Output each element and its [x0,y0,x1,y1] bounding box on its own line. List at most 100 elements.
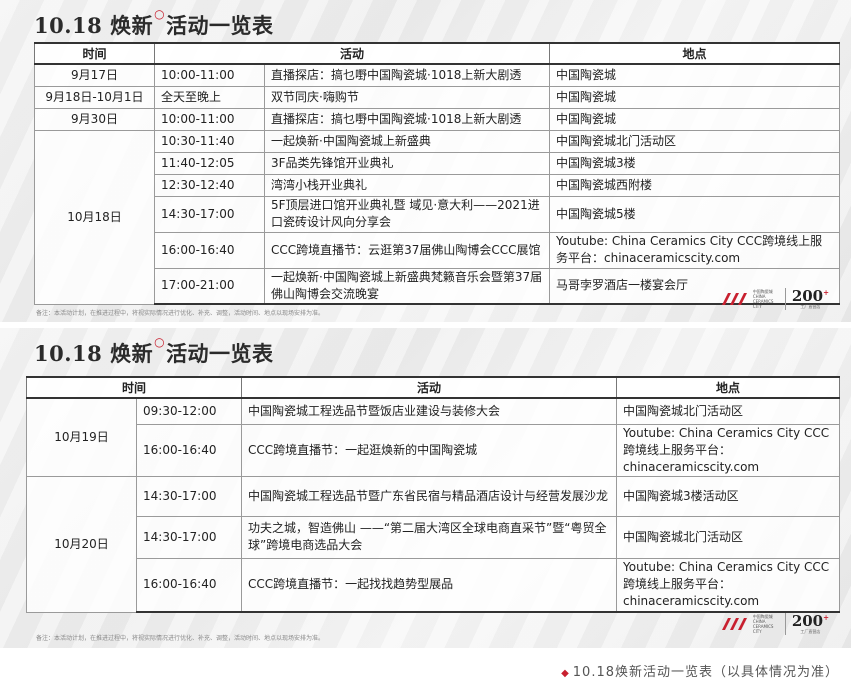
time-cell: 14:30-17:00 [154,195,265,233]
time-cell: 16:00-16:40 [154,231,265,269]
location-cell: 中国陶瓷城北门活动区 [616,397,841,425]
location-cell: 中国陶瓷城北门活动区 [616,515,841,559]
header-location: 地点 [616,376,841,399]
time-cell: 全天至晚上 [154,85,265,109]
schedule-panel-1: 10.18 焕新○活动一览表 时间 活动 地点 9月17日 10:00-11:0… [0,0,851,322]
time-cell: 11:40-12:05 [154,151,265,175]
date-cell: 10月18日 [34,129,155,305]
title-rest: 活动一览表 [166,341,274,366]
table-row: 12:30-12:40 湾湾小栈开业典礼 中国陶瓷城西附楼 [35,173,841,197]
activity-cell: 5F顶层进口馆开业典礼暨 域见·意大利——2021进口瓷砖设计风向分享会 [263,195,551,233]
location-cell: 中国陶瓷城3楼活动区 [616,475,841,517]
table-row: 14:30-17:00 5F顶层进口馆开业典礼暨 域见·意大利——2021进口瓷… [35,195,841,233]
activity-cell: 一起焕新·中国陶瓷城上新盛典梵籁音乐会暨第37届佛山陶博会交流晚宴 [263,267,551,305]
activity-cell: CCC跨境直播节：一起找找趋势型展品 [241,557,618,613]
header-activity: 活动 [241,376,618,399]
activity-cell: 3F品类先锋馆开业典礼 [263,151,551,175]
table-row: 16:00-16:40 CCC跨境直播节：云逛第37届佛山陶博会CCC展馆 Yo… [35,231,841,269]
panel-title: 10.18 焕新○活动一览表 [34,7,274,40]
title-rest: 活动一览表 [166,13,274,38]
location-cell: 中国陶瓷城3楼 [549,151,841,175]
date-cell: 9月30日 [34,107,155,131]
table-row: 10月18日 10:30-11:40 一起焕新·中国陶瓷城上新盛典 中国陶瓷城北… [34,129,841,305]
table-row: 16:00-16:40 CCC跨境直播节：一起逛焕新的中国陶瓷城 Youtube… [27,423,841,477]
schedule-panel-2: 10.18 焕新○活动一览表 时间 活动 地点 10月19日 09:30-12:… [0,328,851,648]
activity-cell: 直播探店：搞乜嘢中国陶瓷城·1018上新大剧透 [263,107,551,131]
activity-cell: CCC跨境直播节：一起逛焕新的中国陶瓷城 [241,423,618,477]
location-cell: 中国陶瓷城5楼 [549,195,841,233]
location-cell: 中国陶瓷城 [549,107,841,131]
activity-cell: 一起焕新·中国陶瓷城上新盛典 [263,129,551,153]
date-cell: 10月20日 [26,475,137,613]
footnote: 备注：本活动计划，在推进过程中，将视实际情况进行优化、补充、调整，活动时间、地点… [36,635,325,642]
location-cell: 中国陶瓷城 [549,63,841,87]
time-cell: 16:00-16:40 [135,423,243,477]
badge-plus: + [823,288,829,297]
activity-cell: 功夫之城，智造佛山 ——“第二届大湾区全球电商直采节”暨“粤贸全球”跨境电商选品… [241,515,618,559]
title-ring-mark: ○ [154,335,166,349]
header-time: 时间 [34,42,155,65]
time-cell: 09:30-12:00 [135,397,243,425]
badge-number: 200 [791,612,824,630]
200-badge: 200+ 工厂直营店 [792,614,829,634]
title-ring-mark: ○ [154,7,166,21]
brand-logos: 中国陶瓷城 CHINA CERAMICS CITY 200+ 工厂直营店 [720,613,829,635]
activity-cell: 中国陶瓷城工程选品节暨广东省民宿与精品酒店设计与经营发展沙龙 [241,475,618,517]
time-cell: 14:30-17:00 [135,475,243,517]
title-main: 10.18 焕新 [34,341,154,366]
table-row: 9月18日-10月1日 全天至晚上 双节同庆·嗨购节 中国陶瓷城 [34,85,841,109]
activity-cell: 湾湾小栈开业典礼 [263,173,551,197]
activity-cell: 直播探店：搞乜嘢中国陶瓷城·1018上新大剧透 [263,63,551,87]
image-caption: ◆ 10.18焕新活动一览表（以具体情况为准） [561,661,839,680]
schedule-table: 时间 活动 地点 10月19日 09:30-12:00 中国陶瓷城工程选品节暨饭… [25,376,841,613]
panel-title: 10.18 焕新○活动一览表 [34,335,274,368]
location-cell: 中国陶瓷城 [549,85,841,109]
table-row: 16:00-16:40 CCC跨境直播节：一起找找趋势型展品 Youtube: … [27,557,841,613]
table-row: 9月30日 10:00-11:00 直播探店：搞乜嘢中国陶瓷城·1018上新大剧… [34,107,841,131]
header-location: 地点 [549,42,841,65]
time-cell: 16:00-16:40 [135,557,243,613]
table-row: 10月20日 14:30-17:00 中国陶瓷城工程选品节暨广东省民宿与精品酒店… [26,475,841,613]
logo-name: 中国陶瓷城 CHINA CERAMICS CITY [752,289,774,309]
header-time: 时间 [25,376,243,399]
date-cell: 9月18日-10月1日 [34,85,155,109]
date-cell: 9月17日 [34,63,155,87]
time-cell: 12:30-12:40 [154,173,265,197]
location-cell: Youtube: China Ceramics City CCC跨境线上服务平台… [549,231,841,269]
location-cell: Youtube: China Ceramics City CCC跨境线上服务平台… [616,557,841,613]
brand-logos: 中国陶瓷城 CHINA CERAMICS CITY 200+ 工厂直营店 [720,288,829,310]
ceramics-city-logo: 中国陶瓷城 CHINA CERAMICS CITY [720,614,779,634]
time-cell: 10:30-11:40 [154,129,265,153]
time-cell: 10:00-11:00 [154,63,265,87]
table-row: 17:00-21:00 一起焕新·中国陶瓷城上新盛典梵籁音乐会暨第37届佛山陶博… [35,267,841,305]
ceramics-city-logo: 中国陶瓷城 CHINA CERAMICS CITY [720,289,779,309]
badge-number: 200 [791,287,824,305]
caption-text: 10.18焕新活动一览表（以具体情况为准） [572,665,839,680]
time-cell: 10:00-11:00 [154,107,265,131]
header-activity: 活动 [153,42,551,65]
activity-cell: 中国陶瓷城工程选品节暨饭店业建设与装修大会 [241,397,618,425]
location-cell: Youtube: China Ceramics City CCC跨境线上服务平台… [616,423,841,477]
badge-plus: + [823,613,829,622]
location-cell: 中国陶瓷城北门活动区 [549,129,841,153]
logo-divider [784,288,786,310]
table-row: 10月19日 09:30-12:00 中国陶瓷城工程选品节暨饭店业建设与装修大会… [26,397,841,477]
table-row: 11:40-12:05 3F品类先锋馆开业典礼 中国陶瓷城3楼 [35,151,841,175]
title-main: 10.18 焕新 [34,13,154,38]
200-badge: 200+ 工厂直营店 [792,289,829,309]
activity-cell: 双节同庆·嗨购节 [263,85,551,109]
date-cell: 10月19日 [26,397,137,477]
badge-subtitle: 工厂直营店 [800,304,821,309]
ccc-logo-icon [721,293,747,305]
activity-cell: CCC跨境直播节：云逛第37届佛山陶博会CCC展馆 [263,231,551,269]
logo-name: 中国陶瓷城 CHINA CERAMICS CITY [752,614,774,634]
footnote: 备注：本活动计划，在推进过程中，将视实际情况进行优化、补充、调整，活动时间、地点… [36,310,325,317]
diamond-icon: ◆ [561,668,570,679]
schedule-table: 时间 活动 地点 9月17日 10:00-11:00 直播探店：搞乜嘢中国陶瓷城… [34,42,841,305]
time-cell: 17:00-21:00 [154,267,265,305]
table-row: 9月17日 10:00-11:00 直播探店：搞乜嘢中国陶瓷城·1018上新大剧… [34,63,841,87]
time-cell: 14:30-17:00 [135,515,243,559]
location-cell: 中国陶瓷城西附楼 [549,173,841,197]
ccc-logo-icon [721,618,747,630]
logo-divider [784,613,786,635]
